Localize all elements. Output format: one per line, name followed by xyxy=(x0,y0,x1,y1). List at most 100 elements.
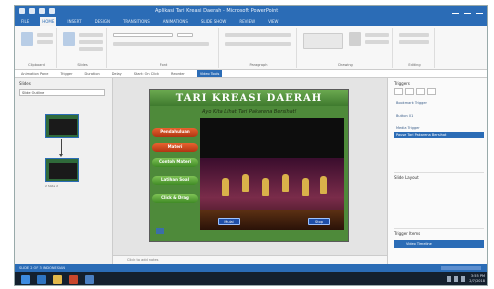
flag-icon[interactable] xyxy=(461,276,465,282)
quick-access-toolbar xyxy=(19,8,55,14)
tab-slide-show[interactable]: SLIDE SHOW xyxy=(199,17,228,26)
shape-fill-button[interactable] xyxy=(365,33,389,37)
dance-video[interactable] xyxy=(200,118,344,230)
slide-canvas: TARI KREASI DAERAH Ayo Kita Lihat Tari P… xyxy=(113,78,387,264)
strip-delay[interactable]: Delay xyxy=(112,70,122,77)
word-icon[interactable] xyxy=(85,275,94,284)
close-button[interactable] xyxy=(476,8,483,14)
system-tray xyxy=(447,276,465,282)
tab-file[interactable]: FILE xyxy=(19,17,31,26)
strip-reorder[interactable]: Reorder xyxy=(171,70,185,77)
ribbon-group-font: Font xyxy=(109,28,219,68)
remove-icon[interactable] xyxy=(427,88,436,95)
trigger-list: Bookmark Trigger Button 01 Media Trigger… xyxy=(394,100,484,139)
video-stop-button[interactable]: Stop xyxy=(308,218,330,225)
tab-transitions[interactable]: TRANSITIONS xyxy=(121,17,152,26)
slide-thumbnail-2[interactable] xyxy=(45,158,79,182)
layout-button[interactable] xyxy=(79,33,103,37)
paste-button[interactable] xyxy=(21,32,33,46)
strip-start[interactable]: Start: On Click xyxy=(134,70,159,77)
ribbon-group-clipboard: Clipboard xyxy=(17,28,57,68)
notes-pane[interactable]: Click to add notes xyxy=(113,255,387,264)
volume-icon[interactable] xyxy=(454,276,458,282)
notes-placeholder: Click to add notes xyxy=(127,258,159,262)
reset-button[interactable] xyxy=(79,40,103,44)
video-timeline-bar[interactable]: Video Timeline xyxy=(394,240,484,248)
zoom-slider[interactable] xyxy=(441,266,481,270)
ribbon-group-editing: Editing xyxy=(395,28,435,68)
slides-pane: Slides Slide Outline 2 Slide 2 xyxy=(15,78,113,264)
redo-icon[interactable] xyxy=(49,8,55,14)
align-buttons[interactable] xyxy=(225,42,291,46)
thumbnail-connector xyxy=(61,139,62,155)
powerpoint-icon[interactable] xyxy=(69,275,78,284)
ribbon-group-paragraph: Paragraph xyxy=(221,28,297,68)
shape-outline-button[interactable] xyxy=(365,40,389,44)
new-slide-button[interactable] xyxy=(63,32,75,46)
list-buttons[interactable] xyxy=(225,33,291,37)
arrange-button[interactable] xyxy=(349,32,361,46)
tab-animations[interactable]: ANIMATIONS xyxy=(161,17,190,26)
trigger-item[interactable]: Bookmark Trigger xyxy=(394,100,484,107)
speaker-icon[interactable] xyxy=(156,228,164,234)
start-button[interactable] xyxy=(21,275,30,284)
ribbon-group-drawing: Drawing xyxy=(299,28,393,68)
replace-button[interactable] xyxy=(399,40,429,44)
font-format-buttons[interactable] xyxy=(113,42,209,46)
ribbon: Clipboard Slides Font Paragraph Drawing xyxy=(15,26,487,70)
font-family-select[interactable] xyxy=(113,33,173,37)
slide-thumbnail-caption: 2 Slide 2 xyxy=(45,184,59,188)
move-down-icon[interactable] xyxy=(416,88,425,95)
powerpoint-window: Aplikasi Tari Kreasi Daerah - Microsoft … xyxy=(14,5,488,286)
window-title: Aplikasi Tari Kreasi Daerah - Microsoft … xyxy=(155,8,279,14)
tab-home[interactable]: HOME xyxy=(40,17,57,26)
undo-icon[interactable] xyxy=(39,8,45,14)
slide-thumbnail-image xyxy=(49,163,77,179)
menu-latihan-soal-button[interactable]: Latihan Soal xyxy=(152,176,198,185)
strip-duration[interactable]: Duration xyxy=(85,70,100,77)
status-bar: SLIDE 2 OF 3 INDONESIAN xyxy=(15,264,487,272)
slides-pane-dropdown[interactable]: Slide Outline xyxy=(19,89,105,96)
move-up-icon[interactable] xyxy=(405,88,414,95)
tab-review[interactable]: REVIEW xyxy=(237,17,257,26)
font-size-select[interactable] xyxy=(177,33,193,37)
trigger-item-selected[interactable]: Pause Tari Pakarena Bersihat xyxy=(394,131,484,139)
trigger-items-heading: Trigger Items xyxy=(394,231,421,236)
save-icon[interactable] xyxy=(29,8,35,14)
minimize-button[interactable] xyxy=(452,8,459,14)
tab-view[interactable]: VIEW xyxy=(266,17,280,26)
network-icon[interactable] xyxy=(447,276,451,282)
clock[interactable]: 3:55 PM 2/7/2018 xyxy=(469,274,485,283)
tab-insert[interactable]: INSERT xyxy=(65,17,83,26)
copy-button[interactable] xyxy=(37,40,53,44)
slide[interactable]: TARI KREASI DAERAH Ayo Kita Lihat Tari P… xyxy=(149,89,349,242)
windows-taskbar: 3:55 PM 2/7/2018 xyxy=(15,272,487,285)
slide-layout-heading: Slide Layout xyxy=(394,175,419,180)
dancer-figure xyxy=(302,178,309,196)
slide-thumbnail-1[interactable] xyxy=(45,114,79,138)
slide-title: TARI KREASI DAERAH xyxy=(175,93,323,104)
play-all-button[interactable] xyxy=(394,88,403,95)
cut-button[interactable] xyxy=(37,33,53,37)
clock-date: 2/7/2018 xyxy=(469,278,485,283)
animation-pane-heading: Triggers xyxy=(394,81,410,86)
maximize-button[interactable] xyxy=(464,8,471,14)
strip-trigger[interactable]: Trigger xyxy=(60,70,72,77)
tab-design[interactable]: DESIGN xyxy=(93,17,112,26)
folder-icon[interactable] xyxy=(53,275,62,284)
shapes-gallery[interactable] xyxy=(303,33,343,49)
video-play-button[interactable]: Mulai xyxy=(218,218,240,225)
menu-click-drag-button[interactable]: Click & Drag xyxy=(152,194,198,203)
section-button[interactable] xyxy=(79,47,103,51)
menu-pendahuluan-button[interactable]: Pendahuluan xyxy=(152,128,198,137)
ie-icon[interactable] xyxy=(37,275,46,284)
strip-animation-pane[interactable]: Animation Pane xyxy=(21,70,48,77)
menu-contoh-materi-button[interactable]: Contoh Materi xyxy=(152,158,198,167)
trigger-item[interactable]: Button 01 xyxy=(394,113,484,120)
find-button[interactable] xyxy=(399,33,429,37)
slide-subtitle: Ayo Kita Lihat Tari Pakarena Bersihat! xyxy=(202,109,297,115)
slides-pane-heading: Slides xyxy=(19,81,31,86)
clock-time: 3:55 PM xyxy=(470,274,485,278)
menu-materi-button[interactable]: Materi xyxy=(152,143,198,152)
strip-video-tools[interactable]: Video Tools xyxy=(196,70,223,77)
